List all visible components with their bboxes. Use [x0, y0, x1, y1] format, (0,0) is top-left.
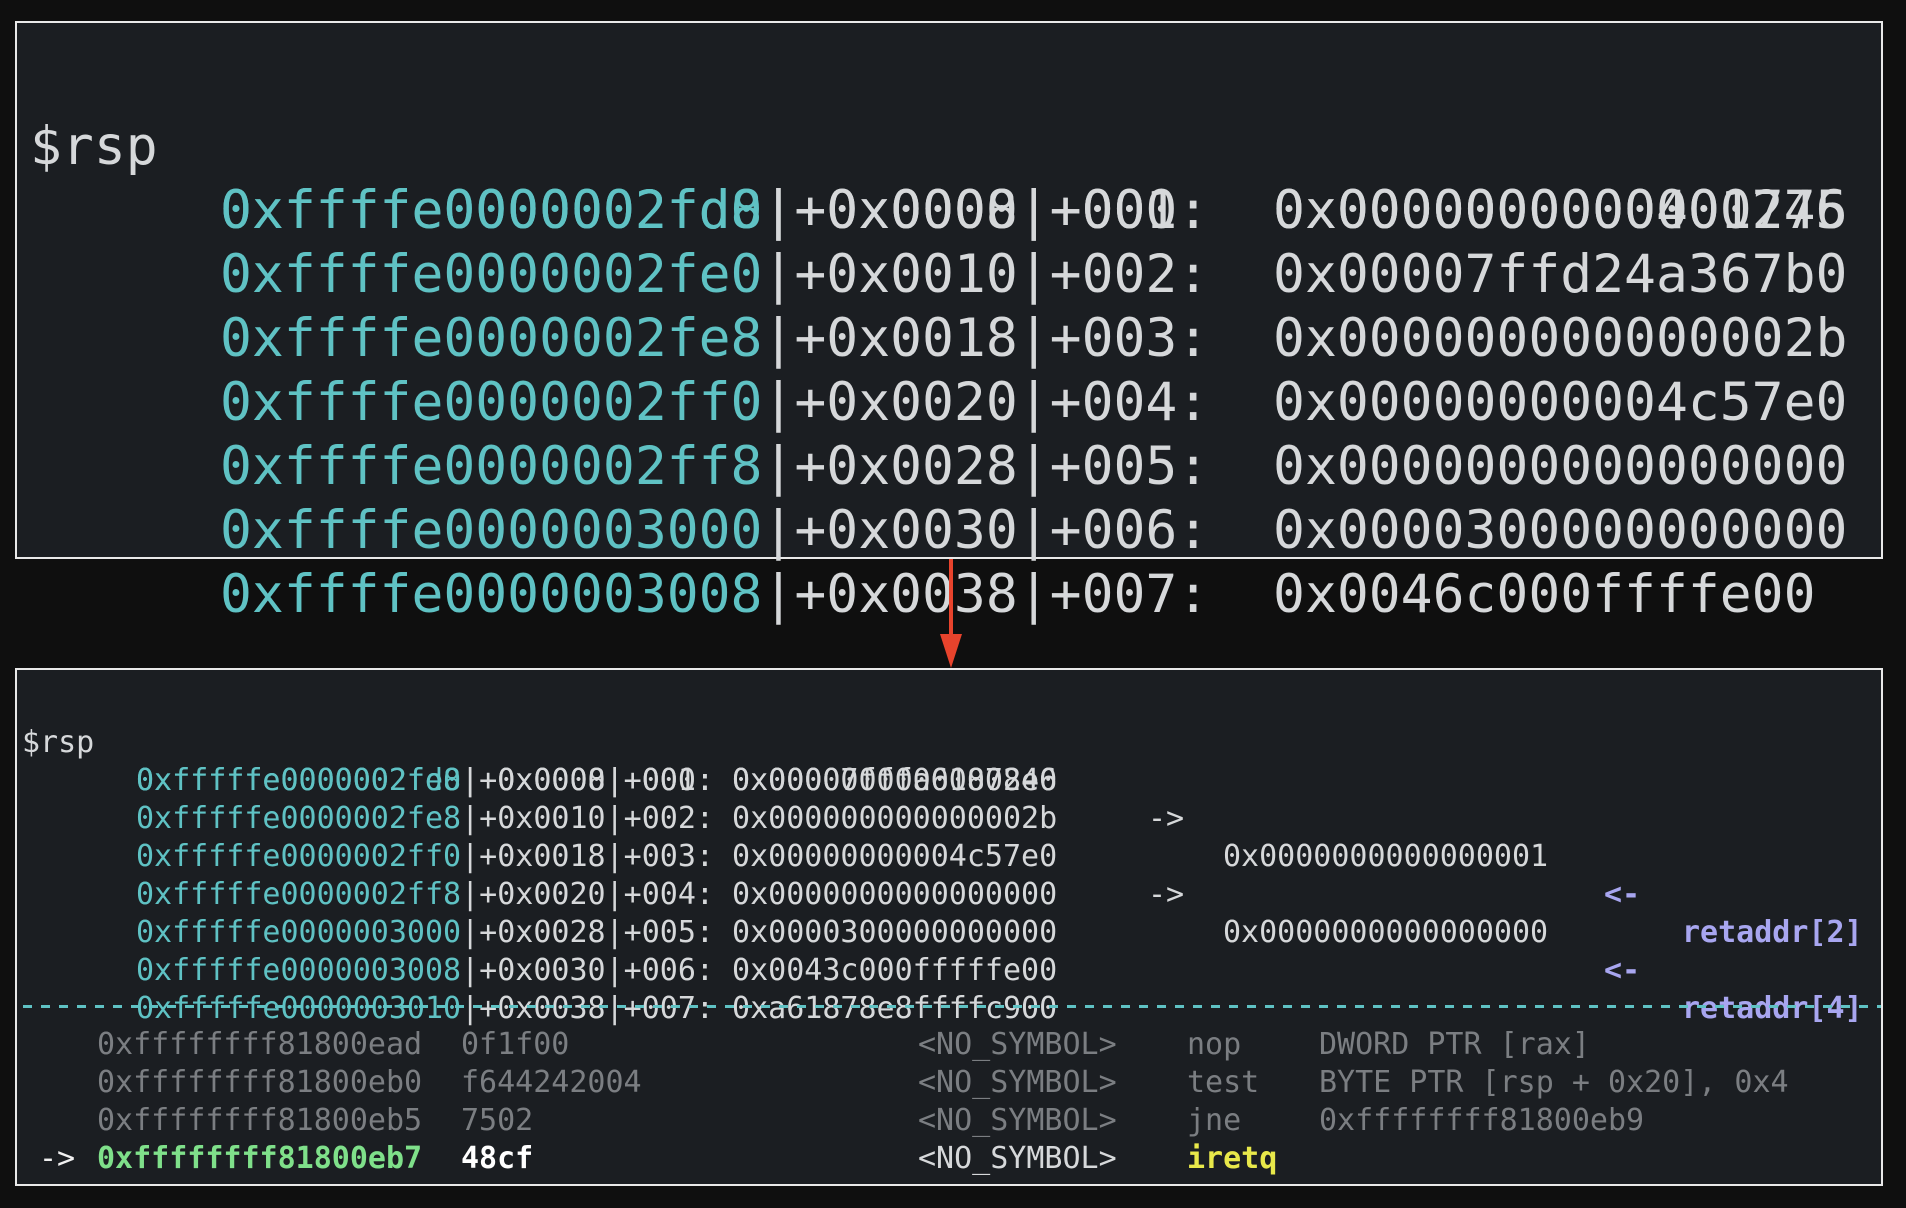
stack-index: +007:: [1049, 564, 1210, 625]
disasm-address: 0xffffffff81800eb5: [97, 1103, 423, 1138]
disasm-line: 0xffffffff81800ead 0f1f00 <NO_SYMBOL> no…: [17, 1026, 1881, 1064]
transition-arrow-line: [949, 559, 953, 637]
disasm-address: 0xffffffff81800eb7: [97, 1141, 423, 1176]
stack-value: 0xa61878e8ffffc900: [732, 991, 1058, 1026]
disasm-line: 0xffffffff81800eb5 7502 <NO_SYMBOL> jne …: [17, 1102, 1881, 1140]
disasm-bytes: 0f1f00: [461, 1027, 570, 1062]
stack-view-before: $rsp 0xffffe0000002fd0|+0x0000|+000: 0x0…: [15, 21, 1883, 625]
transition-arrow-icon: [940, 634, 962, 668]
stack-row: $rsp 0xffffe0000002fd0|+0x0000|+000: 0x0…: [30, 116, 1848, 241]
disasm-symbol: <NO_SYMBOL>: [918, 1027, 1117, 1062]
disasm-symbol: <NO_SYMBOL>: [918, 1141, 1117, 1176]
stack-view-after: $rsp 0xfffffe0000002fd8|+0x0000|+000: 0x…: [15, 668, 1883, 1186]
stack-row: 0xfffffe0000003010|+0x0038|+007: 0xa6187…: [136, 991, 1058, 1026]
stack-row: 0xffffe0000002ff0|+0x0020|+004: 0x000000…: [220, 372, 1848, 433]
stack-index: +007:: [623, 991, 714, 1026]
disasm-mnemonic: jne: [1187, 1103, 1242, 1138]
stack-row: 0xfffffe0000002ff0|+0x0018|+003: 0x00000…: [136, 839, 1863, 1026]
retaddr-label: retaddr[4]: [1682, 991, 1863, 1026]
stack-offset: +0x0038: [794, 564, 1018, 625]
current-instruction-pointer: ->: [39, 1141, 76, 1176]
disasm-line-current: -> 0xffffffff81800eb7 48cf <NO_SYMBOL> i…: [17, 1140, 1881, 1178]
stack-row: 0xffffe0000003008|+0x0038|+007: 0x0046c0…: [220, 564, 1816, 625]
stack-address: 0xfffffe0000003010: [136, 991, 462, 1026]
disasm-address: 0xffffffff81800ead: [97, 1027, 423, 1062]
stack-offset: +0x0038: [479, 991, 606, 1026]
stack-row: 0xfffffe0000003000|+0x0028|+005: 0x00003…: [136, 915, 1058, 950]
disasm-address: 0xffffffff81800eb0: [97, 1065, 423, 1100]
disasm-mnemonic: iretq: [1187, 1141, 1278, 1176]
disasm-operands: BYTE PTR [rsp + 0x20], 0x4: [1319, 1065, 1789, 1100]
disasm-bytes: 48cf: [461, 1141, 534, 1176]
stack-row: 0xfffffe0000002fe0|+0x0008|+001: 0x00007…: [136, 763, 1863, 950]
stack-address: 0xffffe0000003008: [220, 564, 763, 625]
disasm-line: 0xffffffff81800eb0 f644242004 <NO_SYMBOL…: [17, 1064, 1881, 1102]
stack-value: 0x0046c000ffffe00: [1273, 564, 1816, 625]
stack-row: 0xfffffe0000003008|+0x0030|+006: 0x0043c…: [136, 953, 1058, 988]
stack-row: 0xfffffe0000002fe8|+0x0010|+002: 0x00000…: [136, 801, 1058, 836]
disasm-mnemonic: nop: [1187, 1027, 1242, 1062]
disasm-mnemonic: test: [1187, 1065, 1260, 1100]
disasm-symbol: <NO_SYMBOL>: [918, 1103, 1117, 1138]
section-divider: [23, 1005, 1881, 1008]
stack-row: 0xffffe0000002fd8|+0x0008|+001: 0x000000…: [220, 180, 1848, 241]
stack-row: 0xfffffe0000002ff8|+0x0020|+004: 0x00000…: [136, 877, 1058, 912]
disasm-operands: 0xffffffff81800eb9: [1319, 1103, 1645, 1138]
stack-row: 0xffffe0000002fe8|+0x0018|+003: 0x000000…: [220, 308, 1848, 369]
disasm-bytes: f644242004: [461, 1065, 642, 1100]
disasm-operands: DWORD PTR [rax]: [1319, 1027, 1590, 1062]
stack-row: 0xffffe0000002fe0|+0x0010|+002: 0x00007f…: [220, 244, 1848, 305]
stack-row: 0xffffe0000003000|+0x0030|+006: 0x000030…: [220, 500, 1848, 561]
stack-row: 0xffffe0000002ff8|+0x0028|+005: 0x000000…: [220, 436, 1848, 497]
disasm-bytes: 7502: [461, 1103, 534, 1138]
stack-row: $rsp 0xfffffe0000002fd8|+0x0000|+000: 0x…: [22, 725, 1058, 798]
disasm-symbol: <NO_SYMBOL>: [918, 1065, 1117, 1100]
